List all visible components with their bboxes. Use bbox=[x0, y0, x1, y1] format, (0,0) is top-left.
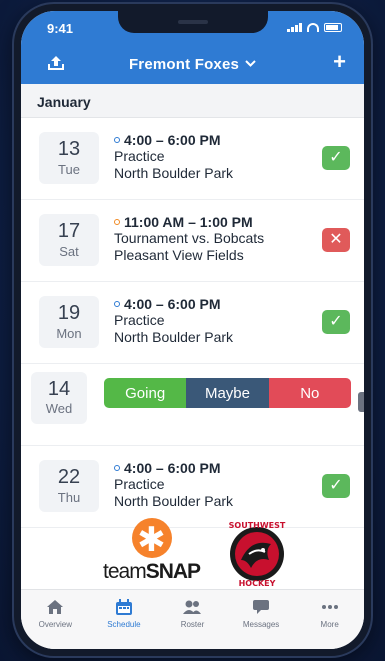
tab-label: Messages bbox=[242, 620, 280, 629]
chevron-down-icon bbox=[245, 58, 256, 70]
brand-logos: ✱ teamSNAP SOUTHWEST HOCKEY bbox=[21, 516, 364, 596]
event-location: North Boulder Park bbox=[114, 329, 234, 345]
rsvp-check-icon[interactable]: ✓ bbox=[322, 310, 350, 334]
event-date: 17 Sat bbox=[39, 214, 99, 266]
nav-bar: Fremont Foxes + bbox=[21, 51, 364, 77]
tab-messages[interactable]: Messages bbox=[227, 590, 296, 649]
event-time-text: 4:00 – 6:00 PM bbox=[124, 296, 221, 312]
rsvp-no-button[interactable]: No bbox=[268, 378, 351, 408]
month-header: January bbox=[21, 84, 364, 118]
status-icons bbox=[287, 23, 342, 32]
teamsnap-word-snap: SNAP bbox=[145, 560, 201, 583]
top-bar: 9:41 Fremont Foxes + bbox=[21, 11, 364, 84]
event-location: Pleasant View Fields bbox=[114, 247, 244, 263]
signal-icon bbox=[287, 23, 302, 32]
plus-icon[interactable]: + bbox=[333, 51, 346, 73]
event-location: North Boulder Park bbox=[114, 165, 234, 181]
event-title: Practice bbox=[114, 148, 165, 164]
battery-icon bbox=[324, 23, 342, 32]
rsvp-going-button[interactable]: Going bbox=[104, 378, 187, 408]
event-time: 4:00 – 6:00 PM bbox=[114, 132, 233, 148]
event-title: Tournament vs. Bobcats bbox=[114, 230, 265, 246]
event-dot bbox=[114, 465, 120, 471]
event-info: 4:00 – 6:00 PM Practice North Boulder Pa… bbox=[114, 296, 233, 346]
event-row[interactable]: 17 Sat 11:00 AM – 1:00 PM Tournament vs.… bbox=[21, 200, 364, 282]
rsvp-maybe-button[interactable]: Maybe bbox=[186, 378, 269, 408]
teamsnap-logo: ✱ teamSNAP bbox=[103, 518, 201, 584]
event-location: North Boulder Park bbox=[114, 493, 234, 509]
event-date: 22 Thu bbox=[39, 460, 99, 512]
event-weekday: Sat bbox=[59, 244, 79, 259]
event-date: 14 Wed bbox=[31, 372, 87, 424]
tab-label: More bbox=[320, 620, 339, 629]
tab-overview[interactable]: Overview bbox=[21, 590, 90, 649]
event-info: 4:00 – 6:00 PM Practice North Boulder Pa… bbox=[114, 132, 233, 182]
rsvp-check-icon[interactable]: ✓ bbox=[322, 474, 350, 498]
tab-roster[interactable]: Roster bbox=[158, 590, 227, 649]
southwest-text: SOUTHWEST bbox=[229, 521, 286, 530]
event-dot bbox=[114, 301, 120, 307]
chat-icon bbox=[227, 598, 296, 616]
event-info: 4:00 – 6:00 PM Practice North Boulder Pa… bbox=[114, 460, 233, 510]
event-list: 13 Tue 4:00 – 6:00 PM Practice North Bou… bbox=[21, 118, 364, 528]
teamsnap-wordmark: teamSNAP bbox=[103, 560, 201, 584]
event-dot bbox=[114, 137, 120, 143]
swiped-event-row[interactable]: 14 Wed Going Maybe No bbox=[21, 364, 364, 446]
rsvp-check-icon[interactable]: ✓ bbox=[322, 146, 350, 170]
people-icon bbox=[158, 598, 227, 616]
home-icon bbox=[21, 598, 90, 616]
event-time-text: 11:00 AM – 1:00 PM bbox=[124, 214, 253, 230]
event-weekday: Thu bbox=[57, 490, 81, 505]
status-time: 9:41 bbox=[47, 21, 74, 36]
event-day: 17 bbox=[57, 220, 81, 242]
southwest-hockey-logo: SOUTHWEST HOCKEY bbox=[221, 516, 293, 588]
tab-schedule[interactable]: Schedule bbox=[90, 590, 159, 649]
event-dot bbox=[114, 219, 120, 225]
rsvp-x-icon[interactable]: ✕ bbox=[322, 228, 350, 252]
tab-label: Roster bbox=[180, 620, 205, 629]
event-row[interactable]: 13 Tue 4:00 – 6:00 PM Practice North Bou… bbox=[21, 118, 364, 200]
rsvp-segmented-control: Going Maybe No bbox=[104, 378, 351, 408]
tab-label: Schedule bbox=[107, 620, 141, 629]
event-date: 13 Tue bbox=[39, 132, 99, 184]
event-day: 13 bbox=[57, 138, 81, 160]
upload-icon[interactable] bbox=[47, 55, 65, 76]
tab-more[interactable]: More bbox=[295, 590, 364, 649]
teamsnap-word-team: team bbox=[103, 560, 147, 583]
hockey-text: HOCKEY bbox=[239, 579, 276, 588]
event-weekday: Wed bbox=[45, 401, 73, 416]
event-title: Practice bbox=[114, 312, 165, 328]
event-time: 4:00 – 6:00 PM bbox=[114, 296, 233, 312]
event-day: 22 bbox=[57, 466, 81, 488]
status-bar: 9:41 bbox=[21, 21, 364, 37]
wifi-icon bbox=[307, 23, 319, 32]
teamsnap-asterisk-icon: ✱ bbox=[131, 518, 172, 559]
event-row[interactable]: 19 Mon 4:00 – 6:00 PM Practice North Bou… bbox=[21, 282, 364, 364]
team-selector[interactable]: Fremont Foxes bbox=[129, 56, 256, 73]
tab-label: Overview bbox=[38, 620, 72, 629]
event-time: 4:00 – 6:00 PM bbox=[114, 460, 233, 476]
event-time-text: 4:00 – 6:00 PM bbox=[124, 460, 221, 476]
tab-bar: Overview Schedule Roster Messages More bbox=[21, 589, 364, 649]
screen: 9:41 Fremont Foxes + January 13 Tue 4:00… bbox=[21, 11, 364, 649]
swipe-handle[interactable] bbox=[358, 392, 364, 412]
event-info: 11:00 AM – 1:00 PM Tournament vs. Bobcat… bbox=[114, 214, 264, 264]
team-title: Fremont Foxes bbox=[128, 55, 240, 73]
event-weekday: Tue bbox=[58, 162, 80, 177]
event-day: 14 bbox=[47, 378, 71, 400]
event-title: Practice bbox=[114, 476, 165, 492]
event-date: 19 Mon bbox=[39, 296, 99, 348]
event-time-text: 4:00 – 6:00 PM bbox=[124, 132, 221, 148]
calendar-icon bbox=[90, 598, 159, 616]
phone-frame: 9:41 Fremont Foxes + January 13 Tue 4:00… bbox=[14, 4, 371, 656]
event-time: 11:00 AM – 1:00 PM bbox=[114, 214, 264, 230]
more-icon bbox=[295, 598, 364, 616]
event-weekday: Mon bbox=[56, 326, 82, 341]
event-day: 19 bbox=[57, 302, 81, 324]
